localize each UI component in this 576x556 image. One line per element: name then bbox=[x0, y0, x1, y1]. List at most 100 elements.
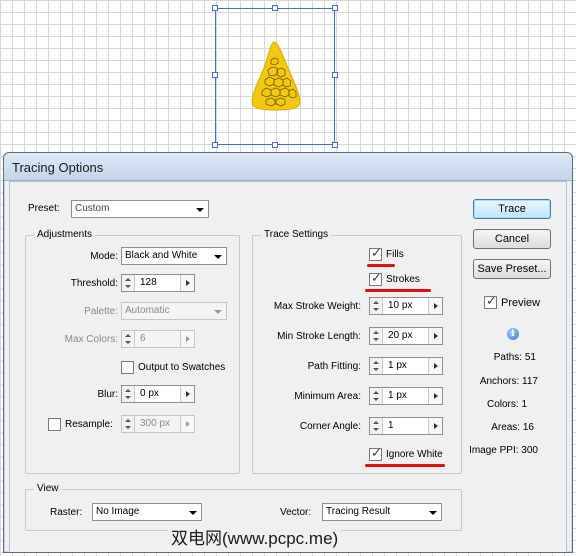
path-fitting-stepper[interactable]: 1 px bbox=[369, 357, 443, 375]
traced-corn-artwork[interactable] bbox=[248, 40, 304, 112]
chevron-right-icon[interactable] bbox=[428, 418, 442, 434]
max-colors-stepper[interactable]: 6 bbox=[121, 330, 195, 348]
selection-handle[interactable] bbox=[272, 142, 278, 148]
up-arrow-icon bbox=[125, 334, 131, 337]
stepper-arrows[interactable] bbox=[122, 275, 135, 291]
down-arrow-icon bbox=[373, 338, 379, 341]
minimum-area-value: 1 px bbox=[388, 390, 407, 401]
chevron-right-icon[interactable] bbox=[428, 358, 442, 374]
preset-label: Preset: bbox=[28, 203, 60, 214]
vector-value: Tracing Result bbox=[326, 506, 391, 517]
cancel-button[interactable]: Cancel bbox=[473, 229, 551, 249]
annotation-underline bbox=[367, 264, 395, 267]
palette-select[interactable]: Automatic bbox=[121, 302, 227, 320]
max-stroke-weight-stepper[interactable]: 10 px bbox=[369, 297, 443, 315]
chevron-down-icon bbox=[196, 208, 204, 212]
chevron-right-icon[interactable] bbox=[180, 416, 194, 432]
strokes-checkbox[interactable] bbox=[369, 271, 382, 286]
max-stroke-weight-value: 10 px bbox=[388, 300, 413, 311]
tracing-options-dialog: Tracing Options Preset: Custom Adjustmen… bbox=[3, 152, 573, 553]
preview-checkbox[interactable] bbox=[484, 294, 497, 309]
stepper-arrows[interactable] bbox=[370, 388, 383, 404]
up-arrow-icon bbox=[373, 421, 379, 424]
selection-handle[interactable] bbox=[332, 72, 338, 78]
trace-button[interactable]: Trace bbox=[473, 199, 551, 219]
chevron-right-icon[interactable] bbox=[428, 388, 442, 404]
corner-angle-stepper[interactable]: 1 bbox=[369, 417, 443, 435]
preview-label[interactable]: Preview bbox=[501, 297, 540, 309]
stepper-arrows[interactable] bbox=[370, 418, 383, 434]
save-preset-button[interactable]: Save Preset... bbox=[473, 259, 551, 279]
stats-paths: Paths: 51 bbox=[493, 352, 536, 363]
down-arrow-icon bbox=[125, 426, 131, 429]
selection-handle[interactable] bbox=[212, 5, 218, 11]
down-arrow-icon bbox=[125, 285, 131, 288]
raster-select[interactable]: No Image bbox=[92, 503, 202, 521]
ignore-white-checkbox[interactable] bbox=[369, 446, 382, 461]
adjustments-title: Adjustments bbox=[34, 229, 96, 240]
stepper-arrows[interactable] bbox=[122, 416, 135, 432]
threshold-stepper[interactable]: 128 bbox=[121, 274, 195, 292]
mode-value: Black and White bbox=[125, 250, 198, 261]
chevron-down-icon bbox=[214, 255, 222, 259]
chevron-right-icon[interactable] bbox=[428, 298, 442, 314]
strokes-label[interactable]: Strokes bbox=[386, 274, 420, 285]
stepper-arrows[interactable] bbox=[370, 298, 383, 314]
vector-select[interactable]: Tracing Result bbox=[322, 503, 442, 521]
min-stroke-length-stepper[interactable]: 20 px bbox=[369, 327, 443, 345]
resample-stepper[interactable]: 300 px bbox=[121, 415, 195, 433]
fills-label[interactable]: Fills bbox=[386, 249, 404, 260]
chevron-right-icon[interactable] bbox=[180, 386, 194, 402]
selection-handle[interactable] bbox=[332, 142, 338, 148]
artboard-canvas[interactable] bbox=[0, 0, 576, 150]
stepper-arrows[interactable] bbox=[122, 386, 135, 402]
palette-value: Automatic bbox=[125, 305, 170, 316]
down-arrow-icon bbox=[125, 396, 131, 399]
dialog-titlebar[interactable]: Tracing Options bbox=[4, 153, 572, 181]
corner-angle-label: Corner Angle: bbox=[299, 421, 361, 432]
blur-label: Blur: bbox=[97, 389, 118, 400]
min-stroke-length-label: Min Stroke Length: bbox=[277, 331, 361, 342]
chevron-down-icon bbox=[214, 310, 222, 314]
chevron-right-icon[interactable] bbox=[180, 331, 194, 347]
mode-select[interactable]: Black and White bbox=[121, 247, 227, 265]
selection-handle[interactable] bbox=[272, 5, 278, 11]
output-to-swatches-checkbox[interactable] bbox=[121, 361, 134, 374]
blur-value: 0 px bbox=[140, 388, 159, 399]
output-to-swatches-label[interactable]: Output to Swatches bbox=[138, 362, 225, 373]
chevron-down-icon bbox=[189, 511, 197, 515]
selection-handle[interactable] bbox=[212, 142, 218, 148]
annotation-underline bbox=[365, 289, 431, 292]
selection-handle[interactable] bbox=[332, 5, 338, 11]
trace-settings-title: Trace Settings bbox=[261, 229, 332, 240]
vector-label: Vector: bbox=[280, 507, 312, 518]
resample-value: 300 px bbox=[140, 418, 171, 429]
chevron-right-icon[interactable] bbox=[180, 275, 194, 291]
watermark-text: 双电网(www.pcpc.me) bbox=[168, 524, 342, 549]
path-fitting-label: Path Fitting: bbox=[307, 361, 361, 372]
down-arrow-icon bbox=[373, 368, 379, 371]
resample-label[interactable]: Resample: bbox=[65, 419, 113, 430]
up-arrow-icon bbox=[373, 391, 379, 394]
up-arrow-icon bbox=[125, 419, 131, 422]
blur-stepper[interactable]: 0 px bbox=[121, 385, 195, 403]
chevron-right-icon[interactable] bbox=[428, 328, 442, 344]
fills-checkbox[interactable] bbox=[369, 246, 382, 261]
selection-handle[interactable] bbox=[212, 72, 218, 78]
down-arrow-icon bbox=[373, 428, 379, 431]
stepper-arrows[interactable] bbox=[370, 358, 383, 374]
minimum-area-stepper[interactable]: 1 px bbox=[369, 387, 443, 405]
ignore-white-label[interactable]: Ignore White bbox=[386, 449, 443, 460]
dialog-title: Tracing Options bbox=[12, 160, 104, 175]
max-colors-value: 6 bbox=[140, 333, 146, 344]
up-arrow-icon bbox=[125, 389, 131, 392]
resample-checkbox[interactable] bbox=[48, 418, 61, 431]
raster-label: Raster: bbox=[50, 507, 83, 518]
stepper-arrows[interactable] bbox=[122, 331, 135, 347]
dialog-content: Preset: Custom Adjustments Mode: Black a… bbox=[9, 181, 567, 552]
preset-select[interactable]: Custom bbox=[71, 200, 209, 218]
down-arrow-icon bbox=[125, 341, 131, 344]
max-colors-label: Max Colors: bbox=[64, 334, 118, 345]
stepper-arrows[interactable] bbox=[370, 328, 383, 344]
palette-label: Palette: bbox=[84, 306, 118, 317]
